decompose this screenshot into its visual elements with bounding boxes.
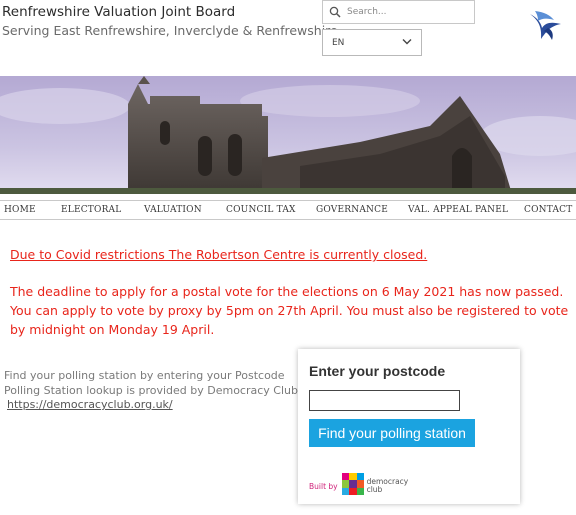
nav-item-governance[interactable]: GOVERNANCE bbox=[316, 205, 388, 215]
main-nav: HOME ELECTORAL VALUATION COUNCIL TAX GOV… bbox=[0, 200, 576, 220]
nav-item-contact[interactable]: CONTACT bbox=[524, 205, 572, 215]
nav-item-council-tax[interactable]: COUNCIL TAX bbox=[226, 205, 296, 215]
notice-line: by midnight on Monday 19 April. bbox=[10, 322, 215, 337]
polling-info: Find your polling station by entering yo… bbox=[4, 369, 298, 413]
notice-line: You can apply to vote by proxy by 5pm on… bbox=[10, 303, 569, 318]
democracy-club-link[interactable]: https://democracyclub.org.uk/ bbox=[7, 398, 298, 413]
postal-vote-notice: The deadline to apply for a postal vote … bbox=[10, 282, 576, 339]
chevron-down-icon bbox=[402, 38, 412, 48]
find-polling-station-button[interactable]: Find your polling station bbox=[309, 419, 475, 447]
polling-info-line: Polling Station lookup is provided by De… bbox=[4, 383, 298, 397]
democracy-club-logo-icon bbox=[341, 473, 364, 499]
postcode-widget-title: Enter your postcode bbox=[309, 363, 446, 379]
search-input[interactable] bbox=[347, 7, 467, 17]
notice-line: The deadline to apply for a postal vote … bbox=[10, 284, 564, 299]
site-subtitle: Serving East Renfrewshire, Inverclyde & … bbox=[2, 23, 338, 38]
built-by-label: Built by bbox=[309, 481, 338, 491]
search-icon[interactable] bbox=[323, 1, 347, 23]
bird-logo-icon[interactable] bbox=[524, 6, 564, 46]
polling-info-line: Find your polling station by entering yo… bbox=[4, 369, 285, 382]
democracy-club-wordmark: democracy club bbox=[367, 478, 409, 494]
covid-closure-notice[interactable]: Due to Covid restrictions The Robertson … bbox=[10, 245, 427, 264]
brand-line: club bbox=[366, 485, 383, 494]
search-box[interactable] bbox=[322, 0, 475, 24]
nav-item-home[interactable]: HOME bbox=[4, 205, 36, 215]
language-select[interactable]: EN bbox=[322, 29, 422, 56]
nav-item-val-appeal-panel[interactable]: VAL. APPEAL PANEL bbox=[408, 205, 508, 215]
hero-image bbox=[0, 76, 576, 194]
site-title[interactable]: Renfrewshire Valuation Joint Board bbox=[2, 4, 235, 20]
postcode-widget: Enter your postcode Find your polling st… bbox=[298, 349, 520, 504]
postcode-input[interactable] bbox=[309, 390, 460, 411]
built-by-democracy-club[interactable]: Built by democracy club bbox=[309, 473, 408, 499]
language-value: EN bbox=[332, 37, 345, 48]
nav-item-electoral[interactable]: ELECTORAL bbox=[61, 205, 121, 215]
nav-item-valuation[interactable]: VALUATION bbox=[144, 205, 202, 215]
